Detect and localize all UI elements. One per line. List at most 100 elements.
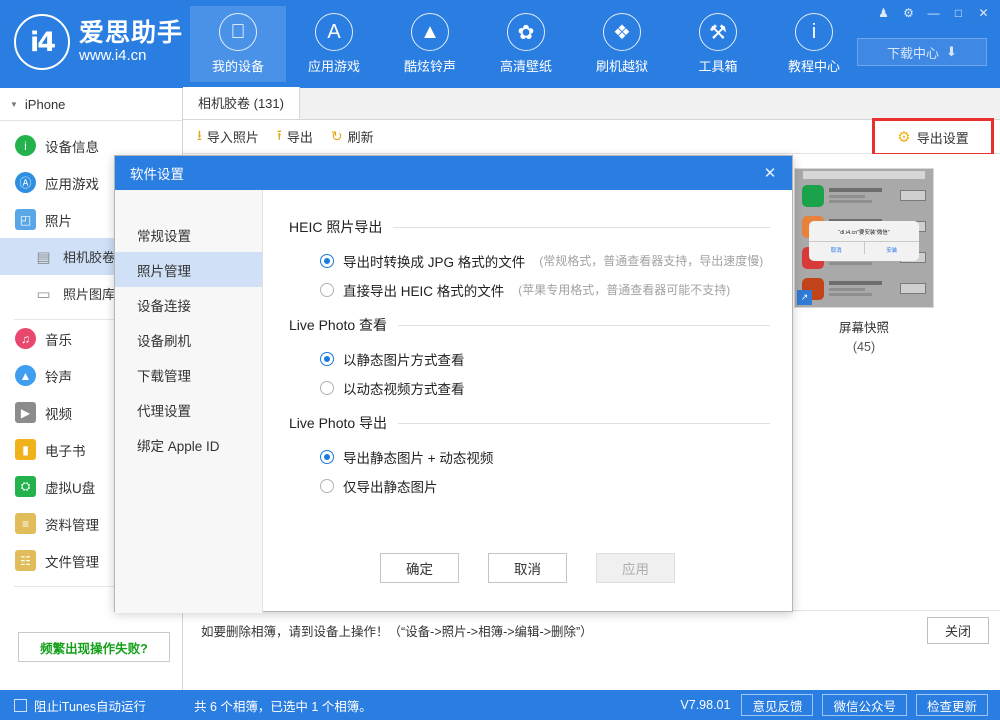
device-name: iPhone: [25, 97, 65, 112]
photo-library-icon: ▭: [33, 283, 54, 304]
operation-failed-help-button[interactable]: 频繁出现操作失败?: [18, 632, 170, 662]
settings-section-title: Live Photo 查看: [289, 315, 387, 335]
content-tab-strip: 相机胶卷 (131): [183, 88, 1000, 120]
radio-button-icon[interactable]: [320, 479, 334, 493]
radio-option-label: 以静态图片方式查看: [343, 349, 465, 369]
nav-tab-label: 工具箱: [698, 56, 737, 75]
toolbar-button-label: 导出: [287, 127, 313, 146]
nav-tab-label: 刷机越狱: [596, 56, 648, 75]
status-bar: 阻止iTunes自动运行 共 6 个相簿，已选中 1 个相簿。 V7.98.01…: [0, 690, 1000, 720]
file-manage-icon: ☷: [15, 550, 36, 571]
checkbox-icon[interactable]: [14, 699, 27, 712]
dialog-nav-item-3[interactable]: 设备刷机: [115, 322, 262, 357]
import-photo-icon: ⭳: [197, 125, 202, 149]
section-divider: [398, 423, 770, 424]
download-arrow-icon: ⬇: [946, 44, 957, 60]
nav-tab-6[interactable]: i教程中心: [766, 6, 862, 82]
toolbar-button-label: 导入照片: [207, 127, 259, 146]
skin-icon[interactable]: ♟: [871, 2, 896, 23]
radio-option-2-0[interactable]: 导出静态图片 + 动态视频: [289, 442, 770, 471]
sidebar-item-label: 相机胶卷: [63, 247, 115, 266]
section-spacer: [289, 304, 770, 315]
radio-button-icon[interactable]: [320, 450, 334, 464]
refresh-icon: ↻: [331, 128, 343, 145]
block-itunes-checkbox[interactable]: 阻止iTunes自动运行: [0, 696, 183, 715]
box-icon: ❖: [603, 13, 641, 51]
toolbar-export-button[interactable]: ⭱ 导出: [277, 125, 313, 149]
radio-option-1-0[interactable]: 以静态图片方式查看: [289, 344, 770, 373]
toolbar-refresh-button[interactable]: ↻ 刷新: [331, 127, 374, 146]
nav-tab-1[interactable]: A应用游戏: [286, 6, 382, 82]
radio-button-icon[interactable]: [320, 352, 334, 366]
sidebar-item-label: 虚拟U盘: [45, 477, 95, 497]
radio-button-icon[interactable]: [320, 254, 334, 268]
radio-option-0-1[interactable]: 直接导出 HEIC 格式的文件(苹果专用格式，普通查看器可能不支持): [289, 275, 770, 304]
dialog-nav-item-6[interactable]: 绑定 Apple ID: [115, 427, 262, 462]
install-button: [900, 283, 926, 294]
dialog-close-icon[interactable]: ✕: [748, 156, 792, 190]
flower-icon: ✿: [507, 13, 545, 51]
device-header[interactable]: ▼ iPhone: [0, 88, 182, 121]
radio-option-0-0[interactable]: 导出时转换成 JPG 格式的文件(常规格式，普通查看器支持，导出速度慢): [289, 246, 770, 275]
bell-icon: ▲: [411, 13, 449, 51]
album-cell-screenshots[interactable]: “dl.i4.cn”要安装“微信” 取消 安装 ↗ 屏幕快照 (45): [794, 168, 934, 354]
dialog-body: 常规设置照片管理设备连接设备刷机下载管理代理设置绑定 Apple ID HEIC…: [115, 190, 792, 613]
radio-button-icon[interactable]: [320, 381, 334, 395]
radio-option-note: (常规格式，普通查看器支持，导出速度慢): [539, 252, 763, 269]
close-icon[interactable]: ✕: [971, 2, 996, 23]
radio-option-note: (苹果专用格式，普通查看器可能不支持): [518, 281, 730, 298]
dialog-title: 软件设置: [130, 163, 184, 183]
export-settings-label: 导出设置: [917, 128, 969, 147]
radio-option-label: 导出静态图片 + 动态视频: [343, 447, 493, 467]
album-name: 屏幕快照: [794, 317, 934, 336]
toolbar-button-label: 刷新: [348, 127, 374, 146]
tab-camera-roll[interactable]: 相机胶卷 (131): [183, 87, 300, 119]
sidebar-item-label: 照片: [45, 210, 72, 230]
export-settings-button[interactable]: ⚙ 导出设置: [872, 118, 994, 156]
settings-gear-icon[interactable]: ⚙: [896, 2, 921, 23]
minimize-icon[interactable]: —: [921, 2, 946, 23]
radio-option-label: 以动态视频方式查看: [343, 378, 465, 398]
dialog-button-1[interactable]: 取消: [488, 553, 567, 583]
block-itunes-label: 阻止iTunes自动运行: [34, 696, 146, 715]
nav-tab-2[interactable]: ▲酷炫铃声: [382, 6, 478, 82]
appstore-icon: A: [315, 13, 353, 51]
radio-button-icon[interactable]: [320, 283, 334, 297]
dialog-button-2: 应用: [596, 553, 675, 583]
appstore-icon: Ⓐ: [15, 172, 36, 193]
toolbar-import-photo-button[interactable]: ⭳ 导入照片: [197, 125, 259, 149]
dialog-nav-item-1[interactable]: 照片管理: [115, 252, 262, 287]
close-button[interactable]: 关闭: [927, 617, 989, 644]
dialog-nav-item-4[interactable]: 下载管理: [115, 357, 262, 392]
nav-tab-4[interactable]: ❖ 刷机越狱: [574, 6, 670, 82]
status-bar-button-1[interactable]: 微信公众号: [822, 694, 907, 716]
nav-tab-label: 高清壁纸: [500, 56, 552, 75]
radio-option-2-1[interactable]: 仅导出静态图片: [289, 471, 770, 500]
dialog-nav-item-5[interactable]: 代理设置: [115, 392, 262, 427]
music-icon: ♫: [15, 328, 36, 349]
radio-option-1-1[interactable]: 以动态视频方式查看: [289, 373, 770, 402]
app-window: i4 爱思助手 www.i4.cn 我的设备A应用游戏▲酷炫铃声✿高清壁纸❖刷…: [0, 0, 1000, 720]
album-thumbnail[interactable]: “dl.i4.cn”要安装“微信” 取消 安装 ↗: [794, 168, 934, 308]
dialog-nav-item-0[interactable]: 常规设置: [115, 217, 262, 252]
app-text-lines: [829, 281, 895, 296]
status-bar-button-0[interactable]: 意见反馈: [741, 694, 813, 716]
window-controls: ♟⚙—□✕: [871, 2, 996, 23]
download-center-label: 下载中心: [887, 43, 939, 62]
sidebar-item-label: 设备信息: [45, 136, 99, 156]
nav-tab-3[interactable]: ✿ 高清壁纸: [478, 6, 574, 82]
sidebar-item-label: 铃声: [45, 366, 72, 386]
radio-option-label: 仅导出静态图片: [343, 476, 438, 496]
dialog-nav-item-2[interactable]: 设备连接: [115, 287, 262, 322]
video-icon: ▶: [15, 402, 36, 423]
nav-tab-0[interactable]: 我的设备: [190, 6, 286, 82]
nav-tab-5[interactable]: ⚒工具箱: [670, 6, 766, 82]
nav-tab-label: 我的设备: [212, 56, 264, 75]
maximize-icon[interactable]: □: [946, 2, 971, 23]
download-center-button[interactable]: 下载中心 ⬇: [857, 38, 987, 66]
dialog-button-0[interactable]: 确定: [380, 553, 459, 583]
dialog-settings-panel: HEIC 照片导出导出时转换成 JPG 格式的文件(常规格式，普通查看器支持，导…: [263, 190, 792, 613]
version-label: V7.98.01: [680, 698, 730, 712]
status-bar-button-2[interactable]: 检查更新: [916, 694, 988, 716]
export-icon: ⭱: [277, 125, 282, 149]
